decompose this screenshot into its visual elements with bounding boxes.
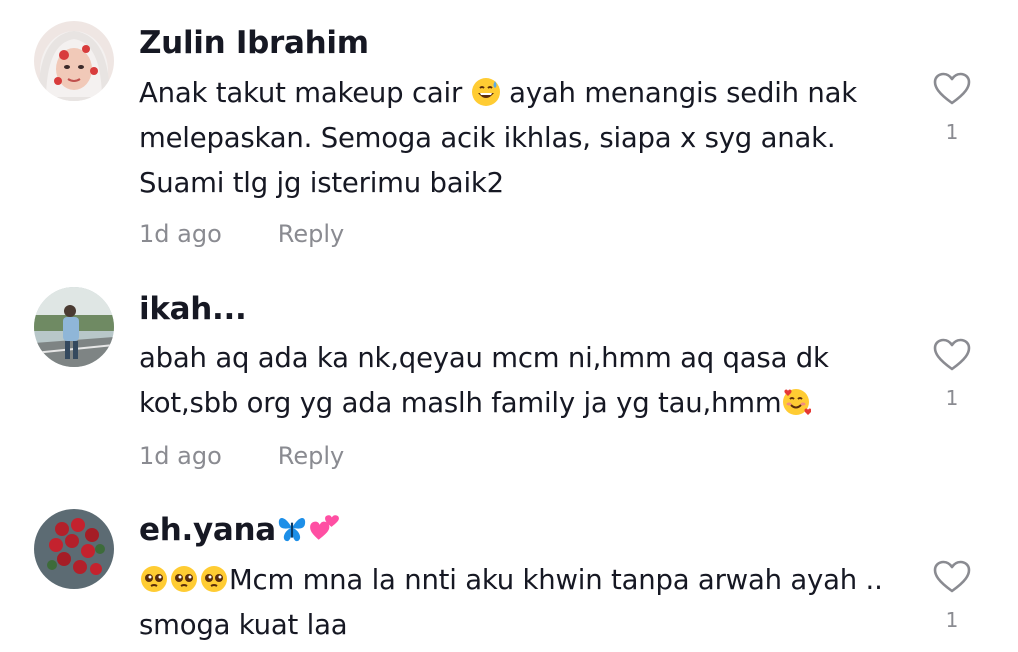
like-button[interactable]: 1 [930, 72, 974, 144]
username[interactable]: eh.yana [139, 512, 340, 548]
like-count: 1 [945, 608, 959, 632]
heart-icon[interactable] [933, 560, 971, 594]
username[interactable]: ikah... [139, 291, 247, 327]
comment-meta: 1d ago Reply [139, 442, 344, 470]
avatar-woman-hijab-icon [34, 21, 114, 101]
comment-text: abah aq ada ka nk,qeyau mcm ni,hmm aq qa… [139, 342, 829, 419]
avatar[interactable] [34, 287, 114, 367]
smiling-face-with-hearts-icon [783, 389, 812, 415]
avatar[interactable] [34, 509, 114, 589]
username[interactable]: Zulin Ibrahim [139, 25, 369, 61]
comment-text: Anak takut makeup cair ayah menangis sed… [139, 77, 858, 199]
timestamp: 1d ago [139, 220, 222, 248]
pleading-face-icon [141, 566, 167, 592]
reply-button[interactable]: Reply [278, 220, 344, 248]
heart-icon[interactable] [933, 338, 971, 372]
like-count: 1 [945, 120, 959, 144]
pleading-face-icon [201, 566, 227, 592]
avatar-red-roses-icon [34, 509, 114, 589]
avatar-person-road-icon [34, 287, 114, 367]
two-hearts-icon [310, 515, 339, 540]
like-button[interactable]: 1 [930, 338, 974, 410]
pleading-face-icon [171, 566, 197, 592]
heart-icon[interactable] [933, 72, 971, 106]
avatar[interactable] [34, 21, 114, 101]
grinning-face-with-sweat-icon [471, 78, 500, 106]
like-count: 1 [945, 386, 959, 410]
comment-meta: 1d ago Reply [139, 220, 344, 248]
reply-button[interactable]: Reply [278, 442, 344, 470]
comment-text: Mcm mna la nnti aku khwin tanpa arwah ay… [139, 564, 883, 641]
blue-butterfly-icon [278, 517, 306, 542]
like-button[interactable]: 1 [930, 560, 974, 632]
timestamp: 1d ago [139, 442, 222, 470]
